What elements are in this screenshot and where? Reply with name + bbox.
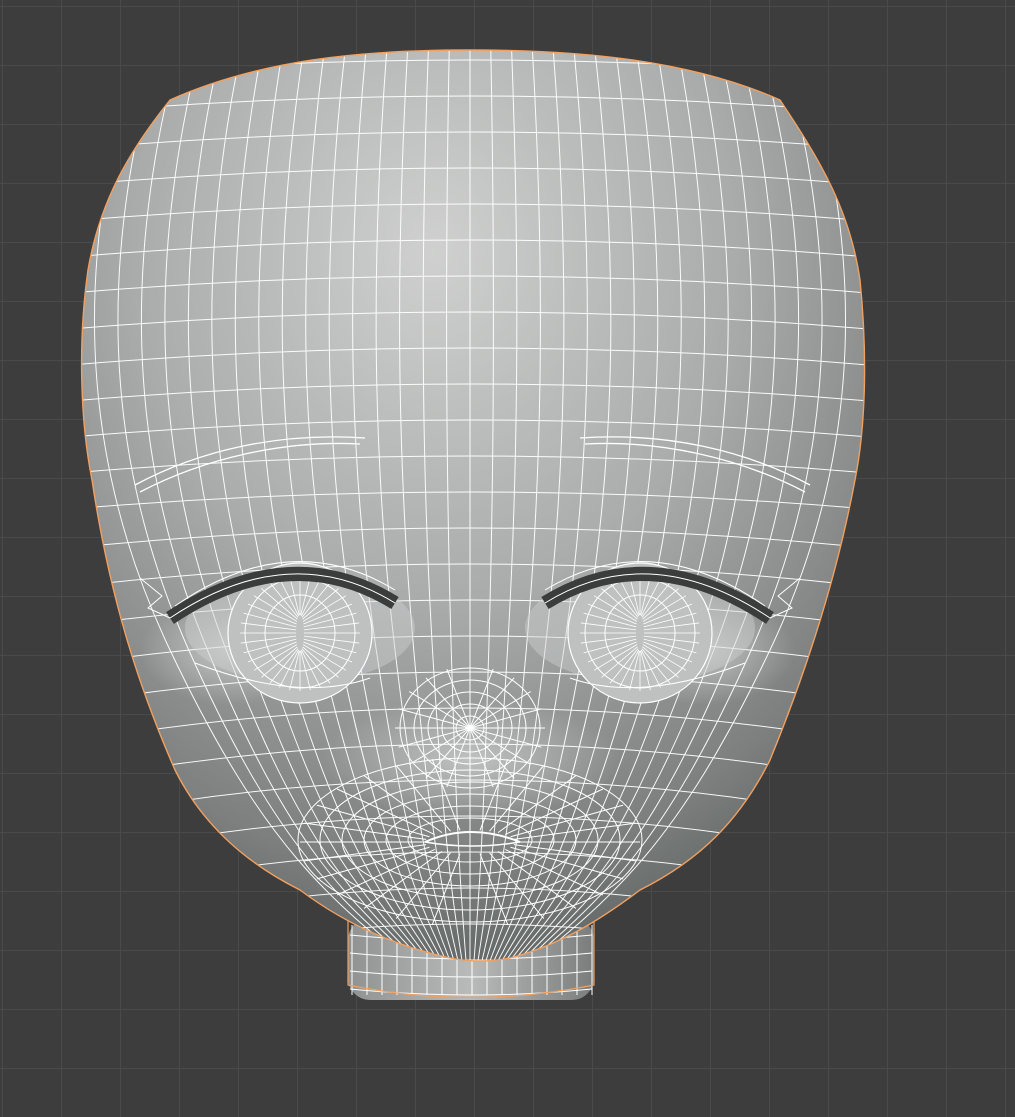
head-mesh-render[interactable] (0, 0, 1015, 1117)
3d-viewport[interactable] (0, 0, 1015, 1117)
